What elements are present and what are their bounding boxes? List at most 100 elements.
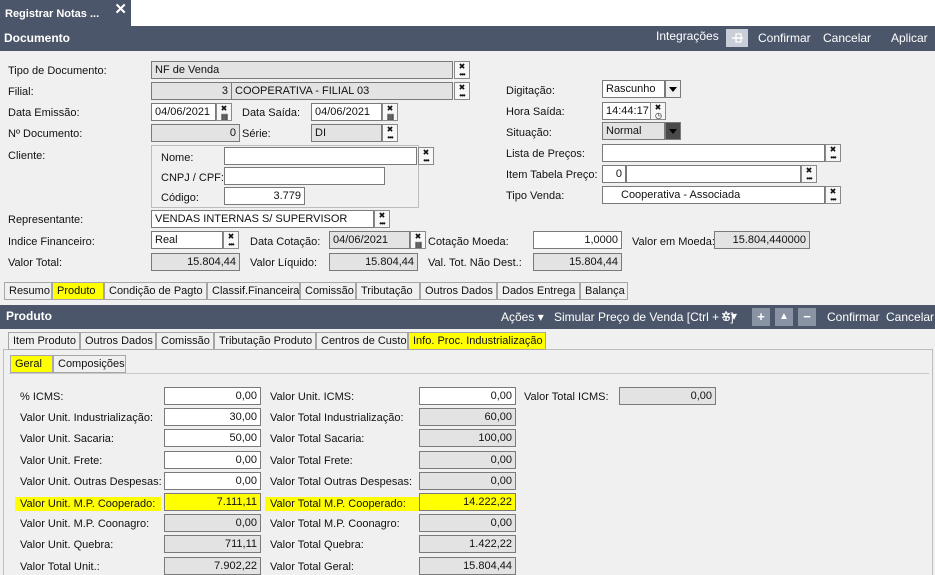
right-row-field-1[interactable]: 60,00 — [419, 408, 516, 426]
left-row-field-5[interactable]: 7.111,11 — [164, 493, 261, 511]
valor-total-field[interactable]: 15.804,44 — [151, 253, 240, 271]
lista-precos-field[interactable] — [602, 144, 825, 162]
integracoes-button[interactable]: Integrações — [656, 29, 719, 43]
hora-saida-clock-icon[interactable]: ✖ ◷ — [650, 102, 666, 120]
item-tabela-preco-search-button[interactable]: ✖ ••• — [801, 165, 817, 183]
left-row-label-1: Valor Unit. Industrialização: — [20, 412, 154, 424]
cancelar-button[interactable]: Cancelar — [823, 31, 871, 45]
sub-tab-0[interactable]: Geral — [10, 355, 53, 373]
confirmar-button[interactable]: Confirmar — [758, 31, 811, 45]
acoes-button[interactable]: Ações ▾ — [501, 310, 544, 324]
valor-liquido-field[interactable]: 15.804,44 — [329, 253, 418, 271]
filial-search-button[interactable]: ✖ ••• — [454, 82, 470, 100]
sub-tabs-divider — [9, 373, 929, 374]
digitacao-select[interactable]: Rascunho — [602, 80, 665, 98]
situacao-dropdown-icon[interactable] — [665, 122, 681, 140]
left-row-field-4[interactable]: 0,00 — [164, 472, 261, 490]
tipo-documento-field[interactable]: NF de Venda — [151, 61, 453, 79]
main-tab-1[interactable]: Produto — [52, 282, 104, 300]
valor-em-moeda-field[interactable]: 15.804,440000 — [714, 231, 810, 249]
valor-liquido-label: Valor Líquido: — [250, 257, 318, 269]
cliente-search-button[interactable]: ✖ ••• — [418, 147, 434, 165]
right-row-field-6[interactable]: 0,00 — [419, 514, 516, 532]
tipo-venda-field[interactable]: Cooperativa - Associada — [602, 186, 825, 204]
produto-tab-1[interactable]: Outros Dados — [80, 332, 156, 350]
produto-tab-3[interactable]: Tributação Produto — [214, 332, 316, 350]
main-tab-0[interactable]: Resumo — [4, 282, 52, 300]
item-tabela-preco-field[interactable] — [626, 165, 801, 183]
main-tab-2[interactable]: Condição de Pagto — [104, 282, 207, 300]
valor-total-icms-field[interactable]: 0,00 — [619, 387, 716, 405]
data-saida-field[interactable]: 04/06/2021 — [311, 103, 382, 121]
produto-toolbar: Produto Ações ▾ Simular Preço de Venda [… — [0, 305, 935, 329]
left-row-field-6[interactable]: 0,00 — [164, 514, 261, 532]
representante-field[interactable]: VENDAS INTERNAS S/ SUPERVISOR — [151, 210, 374, 228]
right-row-field-2[interactable]: 100,00 — [419, 429, 516, 447]
right-row-field-4[interactable]: 0,00 — [419, 472, 516, 490]
right-row-field-5[interactable]: 14.222,22 — [419, 493, 516, 511]
settings-dropdown-icon[interactable]: ✲▾ — [721, 309, 737, 323]
hora-saida-label: Hora Saída: — [506, 106, 565, 118]
left-row-field-7[interactable]: 711,11 — [164, 535, 261, 553]
produto-cancelar-button[interactable]: Cancelar — [886, 310, 934, 324]
digitacao-dropdown-icon[interactable] — [665, 80, 681, 98]
tipo-documento-label: Tipo de Documento: — [8, 65, 107, 77]
main-tab-7[interactable]: Dados Entrega — [497, 282, 580, 300]
left-row-field-3[interactable]: 0,00 — [164, 451, 261, 469]
left-row-field-8[interactable]: 7.902,22 — [164, 557, 261, 575]
left-row-field-2[interactable]: 50,00 — [164, 429, 261, 447]
simular-preco-button[interactable]: Simular Preço de Venda [Ctrl + S] — [554, 310, 734, 324]
data-emissao-calendar-icon[interactable]: ✖ ▦ — [216, 103, 232, 121]
item-tabela-preco-code[interactable]: 0 — [602, 165, 626, 183]
right-row-field-7[interactable]: 1.422,22 — [419, 535, 516, 553]
produto-confirmar-button[interactable]: Confirmar — [827, 310, 880, 324]
data-saida-calendar-icon[interactable]: ✖ ▦ — [382, 103, 398, 121]
main-tab-3[interactable]: Classif.Financeira — [207, 282, 300, 300]
cliente-nome-field[interactable] — [224, 147, 417, 165]
add-icon[interactable]: + — [752, 308, 770, 326]
produto-tab-2[interactable]: Comissão — [156, 332, 214, 350]
filial-name-field[interactable]: COOPERATIVA - FILIAL 03 — [231, 82, 453, 100]
n-documento-field[interactable]: 0 — [151, 124, 240, 142]
left-row-field-0[interactable]: 0,00 — [164, 387, 261, 405]
produto-tab-0[interactable]: Item Produto — [8, 332, 80, 350]
tipo-venda-search-button[interactable]: ✖ ••• — [825, 186, 841, 204]
representante-search-button[interactable]: ✖ ••• — [374, 210, 390, 228]
serie-label: Série: — [242, 128, 271, 140]
lista-precos-search-button[interactable]: ✖ ••• — [825, 144, 841, 162]
val-tot-nao-dest-field[interactable]: 15.804,44 — [533, 253, 622, 271]
main-tab-5[interactable]: Tributação — [356, 282, 420, 300]
produto-tab-4[interactable]: Centros de Custo — [316, 332, 408, 350]
cliente-label: Cliente: — [8, 150, 46, 162]
left-row-field-1[interactable]: 30,00 — [164, 408, 261, 426]
right-row-field-3[interactable]: 0,00 — [419, 451, 516, 469]
tipo-documento-search-button[interactable]: ✖ ••• — [454, 61, 470, 79]
main-tab-4[interactable]: Comissão — [300, 282, 356, 300]
close-icon[interactable]: ✕ — [114, 0, 127, 18]
main-tab-8[interactable]: Balança — [580, 282, 628, 300]
indice-financeiro-field[interactable]: Real — [151, 231, 223, 249]
situacao-select[interactable]: Normal — [602, 122, 665, 140]
serie-search-button[interactable]: ✖ ••• — [382, 124, 398, 142]
remove-icon[interactable]: − — [798, 308, 816, 326]
data-emissao-field[interactable]: 04/06/2021 — [151, 103, 216, 121]
window-tab[interactable]: Registrar Notas ... ✕ — [0, 0, 131, 26]
pin-icon[interactable] — [726, 29, 748, 47]
data-cotacao-field[interactable]: 04/06/2021 — [329, 231, 410, 249]
right-row-field-0[interactable]: 0,00 — [419, 387, 516, 405]
filial-code-field[interactable]: 3 — [151, 82, 232, 100]
indice-financeiro-search-button[interactable]: ✖ ••• — [223, 231, 239, 249]
codigo-field[interactable]: 3.779 — [224, 187, 305, 205]
sub-tab-1[interactable]: Composições — [53, 355, 126, 373]
cotacao-moeda-field[interactable]: 1,0000 — [533, 231, 622, 249]
aplicar-button[interactable]: Aplicar — [891, 31, 928, 45]
move-up-icon[interactable]: ▲ — [775, 308, 793, 326]
main-tab-6[interactable]: Outros Dados — [420, 282, 497, 300]
right-row-field-8[interactable]: 15.804,44 — [419, 557, 516, 575]
produto-tab-5[interactable]: Info. Proc. Industrialização — [408, 332, 546, 350]
data-cotacao-calendar-icon[interactable]: ✖ ▦ — [410, 231, 426, 249]
hora-saida-field[interactable]: 14:44:17 — [602, 102, 651, 120]
tipo-venda-label: Tipo Venda: — [506, 190, 565, 202]
serie-field[interactable]: DI — [311, 124, 382, 142]
cnpj-cpf-field[interactable] — [224, 167, 385, 185]
